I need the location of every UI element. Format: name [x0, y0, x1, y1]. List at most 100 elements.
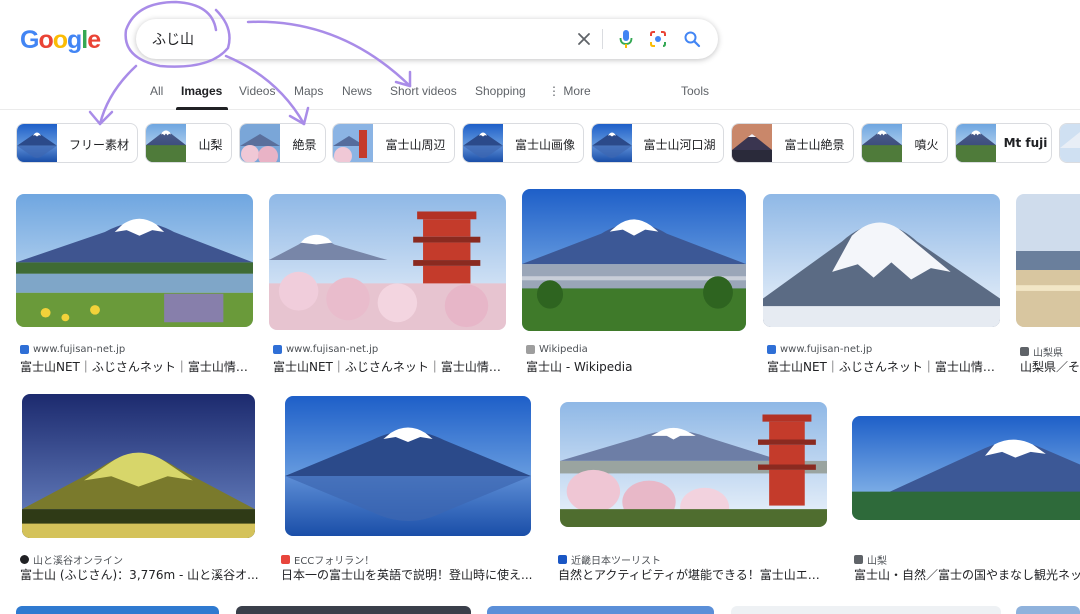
chip-label: 富士山河口湖: [643, 138, 716, 152]
google-logo[interactable]: Google: [20, 26, 101, 55]
chip-thumbnail: [146, 124, 186, 162]
result-source: www.fujisan-net.jp: [780, 344, 873, 355]
result-title: 富士山NET｜ふじさんネット｜富士山情報...: [273, 360, 501, 374]
chip-free-material[interactable]: フリー素材: [16, 123, 138, 163]
site-favicon: [1020, 347, 1029, 356]
image-result[interactable]: www.fujisan-net.jp 富士山NET｜ふじさんネット｜富士山情報.…: [269, 184, 506, 374]
site-favicon: [854, 555, 863, 564]
result-thumbnail: [22, 394, 255, 538]
logo-letter: o: [52, 26, 68, 54]
result-title: 富士山・自然／富士の国やまなし観光ネッ: [854, 568, 1080, 582]
image-result[interactable]: www.fujisan-net.jp 富士山NET｜ふじさんネット｜富士山情報.…: [16, 184, 253, 374]
image-result-partial[interactable]: [16, 606, 219, 614]
chip-fuji-images[interactable]: 富士山画像: [462, 123, 584, 163]
chip-thumbnail: [463, 124, 503, 162]
result-title: 日本一の富士山を英語で説明！登山時に使え...: [281, 568, 533, 582]
site-favicon: [273, 345, 282, 354]
chip-mt-fuji[interactable]: Mt fuji: [955, 123, 1052, 163]
tab-shopping[interactable]: Shopping: [475, 84, 526, 98]
logo-letter: G: [20, 26, 39, 54]
search-divider: [602, 29, 603, 49]
result-source: www.fujisan-net.jp: [286, 344, 379, 355]
chip-label: 富士山画像: [514, 138, 575, 152]
chip-thumbnail: [240, 124, 280, 162]
tab-images[interactable]: Images: [181, 84, 222, 98]
tab-maps[interactable]: Maps: [294, 84, 323, 98]
result-source: Wikipedia: [539, 344, 588, 355]
image-result-partial[interactable]: [1016, 606, 1080, 614]
result-thumbnail: [285, 396, 531, 536]
result-title: 自然とアクティビティが堪能できる！富士山エリ...: [558, 568, 830, 582]
annotation-arrow: [288, 106, 310, 126]
search-box: [136, 19, 718, 59]
result-thumbnail: [1016, 194, 1080, 327]
site-favicon: [767, 345, 776, 354]
result-title: 富士山NET｜ふじさんネット｜富士山情報...: [767, 360, 995, 374]
result-source: www.fujisan-net.jp: [33, 344, 126, 355]
result-title: 富士山 - Wikipedia: [526, 360, 633, 374]
chip-eruption[interactable]: 噴火: [861, 123, 948, 163]
result-title: 富士山NET｜ふじさんネット｜富士山情報...: [20, 360, 248, 374]
tools-button[interactable]: Tools: [681, 84, 709, 98]
result-title: 山梨県／そ: [1020, 360, 1080, 374]
result-title: 富士山 (ふじさん)：3,776m - 山と溪谷オ...: [20, 568, 259, 582]
chip-label: 富士山絶景: [784, 138, 845, 152]
result-thumbnail: [522, 189, 746, 331]
result-thumbnail: [852, 416, 1080, 520]
image-result[interactable]: 山梨県 山梨県／そ: [1016, 184, 1080, 374]
image-result-partial[interactable]: [236, 606, 471, 614]
chip-thumbnail: [732, 124, 772, 162]
chip-yamanashi[interactable]: 山梨: [145, 123, 232, 163]
chip-around-fuji[interactable]: 富士山周辺: [332, 123, 455, 163]
chip-thumbnail: [956, 124, 996, 162]
chip-label: 噴火: [914, 138, 939, 152]
close-icon[interactable]: [574, 29, 594, 49]
result-source: 山梨: [867, 556, 887, 567]
chip-label: Mt fuji: [1003, 136, 1048, 150]
logo-letter: o: [38, 26, 53, 54]
chip-fuji-kawaguchiko[interactable]: 富士山河口湖: [591, 123, 724, 163]
image-result-partial[interactable]: [487, 606, 714, 614]
tab-news[interactable]: News: [342, 84, 372, 98]
site-favicon: [281, 555, 290, 564]
chip-partial[interactable]: [1059, 123, 1080, 163]
image-result[interactable]: 山と溪谷オンライン 富士山 (ふじさん)：3,776m - 山と溪谷オ...: [16, 392, 266, 584]
result-thumbnail: [763, 194, 1000, 327]
chip-label: 絶景: [292, 138, 317, 152]
image-result[interactable]: 山梨 富士山・自然／富士の国やまなし観光ネッ: [850, 392, 1080, 584]
magnifier-icon[interactable]: [682, 29, 702, 49]
image-result[interactable]: www.fujisan-net.jp 富士山NET｜ふじさんネット｜富士山情報.…: [763, 184, 1000, 374]
tab-all[interactable]: All: [150, 84, 163, 98]
tab-short-videos[interactable]: Short videos: [390, 84, 457, 98]
site-favicon: [558, 555, 567, 564]
result-thumbnail: [16, 194, 253, 327]
result-source: 山と溪谷オンライン: [33, 556, 123, 567]
chip-thumbnail: [592, 124, 632, 162]
chip-label: 富士山周辺: [385, 138, 446, 152]
image-result[interactable]: 近畿日本ツーリスト 自然とアクティビティが堪能できる！富士山エリ...: [554, 392, 834, 584]
search-tabs: All Images Videos Maps News Short videos…: [0, 76, 1080, 110]
logo-letter: g: [67, 26, 82, 54]
tab-more[interactable]: ⋮ More: [548, 84, 591, 98]
chip-scenic-view[interactable]: 絶景: [239, 123, 326, 163]
image-result-partial[interactable]: [731, 606, 1001, 614]
result-source: 山梨県: [1033, 348, 1063, 359]
result-source: 近畿日本ツーリスト: [571, 556, 661, 567]
result-thumbnail: [560, 402, 827, 527]
camera-lens-icon[interactable]: [648, 29, 668, 49]
chip-thumbnail: [333, 124, 373, 162]
search-input[interactable]: [152, 27, 552, 51]
chip-thumbnail: [862, 124, 902, 162]
image-result[interactable]: Wikipedia 富士山 - Wikipedia: [522, 184, 746, 374]
tab-videos[interactable]: Videos: [239, 84, 275, 98]
image-result[interactable]: ECCフォリラン！ 日本一の富士山を英語で説明！登山時に使え...: [277, 392, 537, 584]
site-favicon: [20, 555, 29, 564]
chip-label: 山梨: [198, 138, 223, 152]
site-favicon: [20, 345, 29, 354]
chip-label: フリー素材: [68, 138, 129, 152]
mic-icon[interactable]: [616, 29, 636, 49]
chip-fuji-scenic[interactable]: 富士山絶景: [731, 123, 854, 163]
chip-thumbnail: [17, 124, 57, 162]
result-thumbnail: [269, 194, 506, 330]
active-tab-indicator: [176, 107, 228, 110]
